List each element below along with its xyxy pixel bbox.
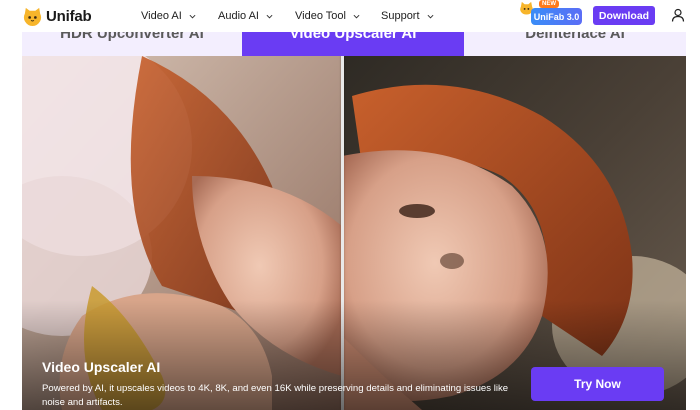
chevron-down-icon (353, 14, 360, 18)
cat-logo-icon (23, 7, 42, 26)
tab-hdr-upconverter[interactable]: HDR Upconverter AI (22, 32, 242, 56)
download-button[interactable]: Download (593, 6, 655, 25)
top-navigation: Unifab Video AI Audio AI Video Tool Supp… (0, 0, 700, 32)
try-now-button[interactable]: Try Now (531, 367, 664, 401)
tab-video-upscaler[interactable]: Video Upscaler AI (242, 32, 464, 56)
menu-label: Video AI (141, 10, 182, 22)
tab-label: HDR Upconverter AI (60, 32, 204, 42)
menu-support[interactable]: Support (381, 8, 434, 24)
hero-description: Powered by AI, it upscales videos to 4K,… (42, 383, 509, 408)
menu-video-ai[interactable]: Video AI (141, 8, 196, 24)
unifab-logo[interactable]: Unifab (22, 5, 92, 27)
chevron-down-icon (266, 14, 273, 18)
logo-text: Unifab (46, 7, 92, 25)
user-icon[interactable] (671, 8, 685, 22)
tab-deinterlace[interactable]: Deinterlace AI (464, 32, 686, 56)
chevron-down-icon (189, 14, 196, 18)
menu-label: Audio AI (218, 10, 259, 22)
menu-audio-ai[interactable]: Audio AI (218, 8, 273, 24)
tab-label: Deinterlace AI (525, 32, 625, 42)
menu-label: Support (381, 10, 420, 22)
version-badge[interactable]: NEW UniFab 3.0 (519, 0, 583, 28)
tab-label: Video Upscaler AI (289, 32, 417, 42)
hero-title: Video Upscaler AI (42, 359, 161, 375)
version-label: UniFab 3.0 (531, 8, 582, 25)
new-tag: NEW (539, 0, 559, 8)
chevron-down-icon (427, 14, 433, 18)
feature-tabs: HDR Upconverter AI Video Upscaler AI Dei… (0, 32, 700, 56)
menu-video-tool[interactable]: Video Tool (295, 8, 360, 24)
hero-comparison: Video Upscaler AI Powered by AI, it upsc… (22, 56, 686, 410)
menu-label: Video Tool (295, 10, 346, 22)
